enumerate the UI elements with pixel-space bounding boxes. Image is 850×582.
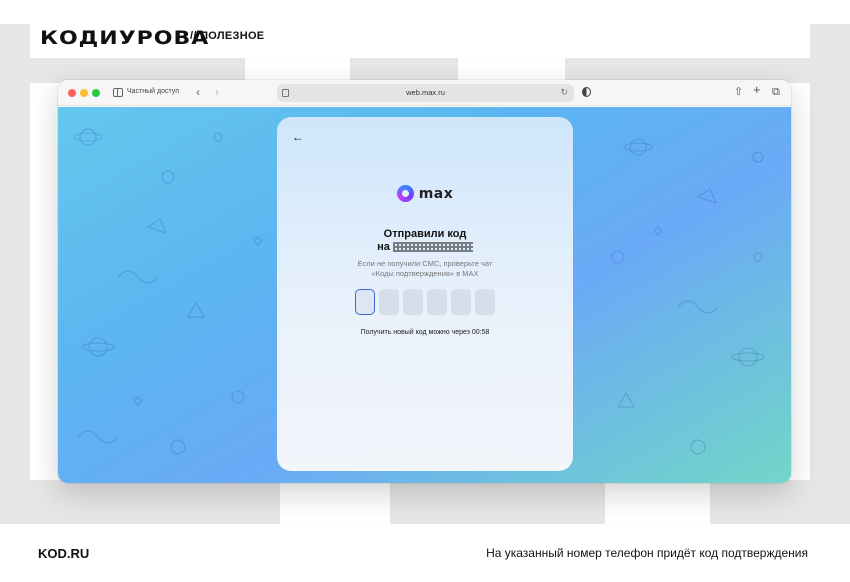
code-digit-input[interactable] [451, 289, 471, 315]
bg-block [30, 480, 280, 524]
bg-block [710, 480, 810, 524]
login-card: ← max Отправили код на Если не получили … [277, 117, 573, 471]
bg-block [0, 24, 30, 524]
chevron-right-icon[interactable]: › [215, 85, 219, 99]
code-digit-input[interactable] [379, 289, 399, 315]
brand-name: max [418, 185, 454, 202]
minimize-window-button[interactable] [80, 89, 88, 97]
browser-toolbar: Частный доступ ‹ › web.max.ru ↻ ⇧ + ⧉ [58, 80, 791, 106]
hint-text: Если не получили СМС, проверьте чат «Код… [277, 259, 573, 279]
browser-window: Частный доступ ‹ › web.max.ru ↻ ⇧ + ⧉ ← … [58, 80, 791, 483]
bg-block [390, 480, 605, 524]
footer-caption: На указанный номер телефон придёт код по… [486, 546, 808, 560]
resend-timer: Получить новый код можно через 00:58 [360, 329, 490, 336]
tabs-icon[interactable]: ⧉ [772, 85, 780, 99]
chevron-left-icon[interactable]: ‹ [196, 85, 200, 99]
section-tag: // ПОЛЕЗНОЕ [190, 30, 265, 42]
code-digit-input[interactable] [403, 289, 423, 315]
address-bar[interactable]: web.max.ru ↻ [277, 84, 574, 102]
masked-phone-number [392, 242, 473, 253]
footer-site[interactable]: KOD.RU [38, 546, 89, 561]
sidebar-icon[interactable] [113, 88, 123, 97]
brand-logo: max [277, 185, 573, 202]
code-digit-input[interactable] [475, 289, 495, 315]
plus-icon[interactable]: + [753, 83, 761, 97]
hint-line-2: «Коды подтверждения» в MAX [371, 269, 479, 278]
page-viewport: ← max Отправили код на Если не получили … [58, 107, 791, 483]
reload-icon[interactable]: ↻ [560, 87, 568, 98]
shield-icon[interactable] [582, 87, 591, 97]
site-logo[interactable]: КОДИУРОВА [40, 28, 209, 49]
max-logo-icon [396, 185, 414, 202]
phone-line: на [277, 241, 573, 253]
back-arrow-icon[interactable]: ← [292, 130, 304, 144]
private-browsing-label[interactable]: Частный доступ [127, 88, 179, 95]
bg-block [810, 24, 850, 524]
close-window-button[interactable] [68, 89, 76, 97]
share-icon[interactable]: ⇧ [734, 85, 743, 99]
code-digit-input[interactable] [355, 289, 375, 315]
phone-prefix: на [377, 241, 390, 253]
hint-line-1: Если не получили СМС, проверьте чат [357, 259, 493, 268]
code-digit-input[interactable] [427, 289, 447, 315]
page-title: Отправили код [383, 228, 467, 240]
code-input-group [277, 289, 573, 315]
url-text[interactable]: web.max.ru [277, 88, 574, 97]
maximize-window-button[interactable] [92, 89, 100, 97]
